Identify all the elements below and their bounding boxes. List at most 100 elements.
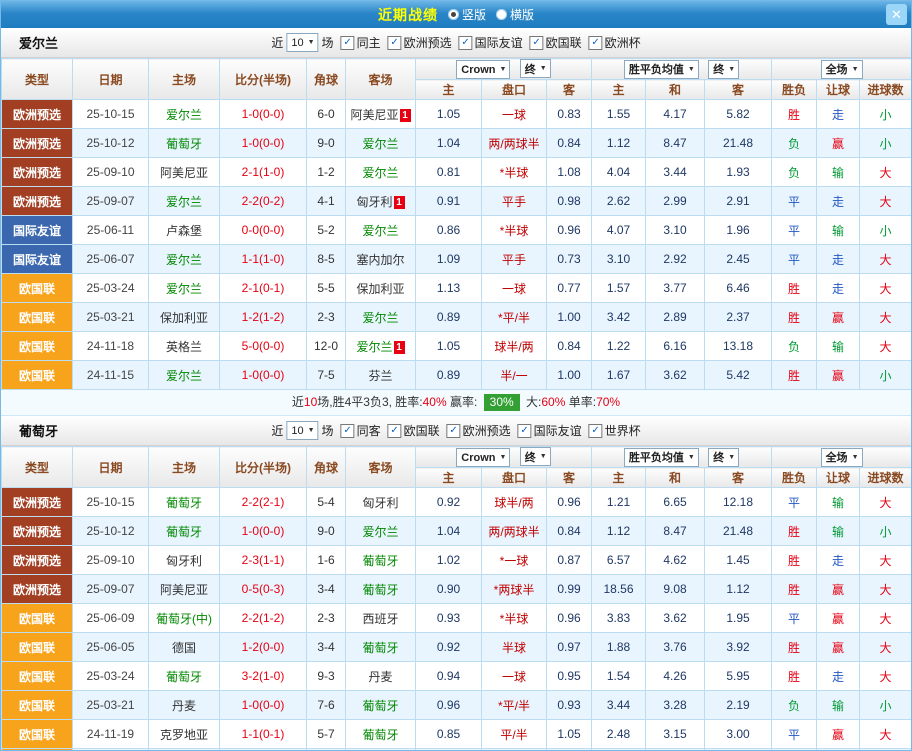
- match-row: 欧洲预选 25-09-10 阿美尼亚 2-1(1-0) 1-2 爱尔兰 0.81…: [2, 158, 912, 187]
- result-handicap: 输: [817, 158, 860, 187]
- chevron-down-icon: ▼: [688, 66, 695, 73]
- recent-count-select[interactable]: 10▼: [286, 33, 318, 52]
- avg-type-select[interactable]: 胜平负均值▼: [624, 60, 699, 79]
- match-row: 欧国联 24-11-18 英格兰 5-0(0-0) 12-0 爱尔兰1 1.05…: [2, 332, 912, 361]
- checkbox-checked-icon[interactable]: ✓: [518, 424, 532, 438]
- corner-count: 9-3: [307, 662, 346, 691]
- avg-odds-home: 1.12: [592, 129, 646, 158]
- recent-count-select[interactable]: 10▼: [286, 421, 318, 440]
- handicap-line: 平手: [482, 187, 547, 216]
- checkbox-label: 国际友谊: [534, 422, 582, 439]
- handicap-odds-home: 0.93: [416, 604, 482, 633]
- corner-count: 8-5: [307, 245, 346, 274]
- checkbox-checked-icon[interactable]: ✓: [447, 424, 461, 438]
- checkbox-checked-icon[interactable]: ✓: [388, 36, 402, 50]
- avg-time-select[interactable]: 终▼: [708, 60, 739, 79]
- checkbox-checked-icon[interactable]: ✓: [530, 36, 544, 50]
- score-halftime: 1-2(0-0): [220, 633, 307, 662]
- popup-title: 近期战绩: [378, 5, 438, 25]
- corner-count: 3-4: [307, 633, 346, 662]
- layout-radio-horizontal[interactable]: 横版: [496, 6, 534, 23]
- filter-checkbox[interactable]: ✓欧洲预选: [447, 422, 511, 439]
- layout-radio-vertical[interactable]: 竖版: [448, 6, 486, 23]
- filter-checkbox[interactable]: ✓欧国联: [530, 34, 582, 51]
- competition-type: 欧洲预选: [2, 517, 73, 546]
- avg-odds-draw: 3.62: [646, 604, 705, 633]
- odds-time-value: 终: [525, 61, 536, 77]
- corner-count: 4-1: [307, 187, 346, 216]
- home-team-cell: 爱尔兰: [149, 245, 220, 274]
- filter-checkbox[interactable]: ✓国际友谊: [518, 422, 582, 439]
- header-avg-group: 胜平负均值▼ 终▼: [592, 59, 772, 80]
- home-team-cell: 爱尔兰: [149, 361, 220, 390]
- recent-results-popup: 近期战绩 竖版 横版 ✕ 爱尔兰 近10▼场✓同主✓欧洲预选✓国际友谊✓欧国联✓…: [0, 0, 912, 751]
- result-win-draw-loss: 胜: [772, 274, 817, 303]
- filter-checkbox[interactable]: ✓欧洲杯: [589, 34, 641, 51]
- competition-type: 欧国联: [2, 303, 73, 332]
- avg-type-select[interactable]: 胜平负均值▼: [624, 448, 699, 467]
- scope-select-value: 全场: [826, 61, 848, 77]
- handicap-odds-away: 0.84: [547, 517, 592, 546]
- filter-checkbox[interactable]: ✓同客: [341, 422, 381, 439]
- filter-checkbox[interactable]: ✓欧国联: [388, 422, 440, 439]
- red-card-badge: 1: [394, 341, 405, 354]
- scope-select[interactable]: 全场▼: [821, 448, 863, 467]
- filter-suffix-label: 场: [322, 34, 334, 51]
- checkbox-checked-icon[interactable]: ✓: [388, 424, 402, 438]
- scope-select[interactable]: 全场▼: [821, 60, 863, 79]
- sub-header-away-odds: 客: [547, 468, 592, 488]
- handicap-odds-home: 1.04: [416, 129, 482, 158]
- filter-checkbox[interactable]: ✓同主: [341, 34, 381, 51]
- team-name: 爱尔兰: [362, 224, 398, 238]
- corner-count: 5-7: [307, 720, 346, 749]
- avg-odds-away: 12.18: [705, 488, 772, 517]
- away-team-cell: 葡萄牙: [346, 633, 416, 662]
- match-date: 24-11-15: [73, 361, 149, 390]
- checkbox-checked-icon[interactable]: ✓: [589, 36, 603, 50]
- handicap-odds-home: 0.90: [416, 575, 482, 604]
- col-header-score: 比分(半场): [220, 59, 307, 100]
- avg-odds-away: 1.93: [705, 158, 772, 187]
- team-name: 德国: [172, 641, 196, 655]
- avg-odds-away: 1.12: [705, 575, 772, 604]
- match-row: 欧洲预选 25-09-07 阿美尼亚 0-5(0-3) 3-4 葡萄牙 0.90…: [2, 575, 912, 604]
- checkbox-checked-icon[interactable]: ✓: [341, 424, 355, 438]
- handicap-odds-home: 1.05: [416, 100, 482, 129]
- team-name: 丹麦: [172, 699, 196, 713]
- result-handicap: 输: [817, 216, 860, 245]
- odds-time-select[interactable]: 终▼: [520, 447, 551, 466]
- summary-text: 60%: [541, 395, 565, 409]
- col-header-away: 客场: [346, 59, 416, 100]
- filter-checkbox[interactable]: ✓世界杯: [589, 422, 641, 439]
- col-header-corner: 角球: [307, 447, 346, 488]
- result-handicap: 赢: [817, 720, 860, 749]
- filter-bar: 近10▼场✓同主✓欧洲预选✓国际友谊✓欧国联✓欧洲杯: [271, 33, 640, 52]
- match-date: 25-03-24: [73, 274, 149, 303]
- team-name: 葡萄牙: [362, 641, 398, 655]
- checkbox-label: 欧洲预选: [404, 34, 452, 51]
- filter-prefix-label: 近: [271, 34, 283, 51]
- checkbox-checked-icon[interactable]: ✓: [589, 424, 603, 438]
- home-team-cell: 德国: [149, 633, 220, 662]
- odds-time-value: 终: [525, 449, 536, 465]
- bookmaker-select[interactable]: Crown▼: [456, 60, 510, 79]
- result-goals: 大: [860, 158, 912, 187]
- avg-odds-draw: 6.65: [646, 488, 705, 517]
- handicap-odds-home: 1.09: [416, 245, 482, 274]
- avg-odds-home: 4.04: [592, 158, 646, 187]
- radio-icon: [448, 9, 459, 20]
- odds-time-select[interactable]: 终▼: [520, 59, 551, 78]
- filter-bar: 近10▼场✓同客✓欧国联✓欧洲预选✓国际友谊✓世界杯: [271, 421, 640, 440]
- filter-checkbox[interactable]: ✓欧洲预选: [388, 34, 452, 51]
- avg-odds-away: 13.18: [705, 332, 772, 361]
- avg-time-select[interactable]: 终▼: [708, 448, 739, 467]
- avg-odds-home: 6.57: [592, 546, 646, 575]
- close-button[interactable]: ✕: [886, 4, 907, 25]
- filter-checkbox[interactable]: ✓国际友谊: [459, 34, 523, 51]
- checkbox-checked-icon[interactable]: ✓: [341, 36, 355, 50]
- checkbox-checked-icon[interactable]: ✓: [459, 36, 473, 50]
- bookmaker-select[interactable]: Crown▼: [456, 448, 510, 467]
- col-header-type: 类型: [2, 59, 73, 100]
- handicap-odds-home: 1.02: [416, 546, 482, 575]
- result-win-draw-loss: 平: [772, 488, 817, 517]
